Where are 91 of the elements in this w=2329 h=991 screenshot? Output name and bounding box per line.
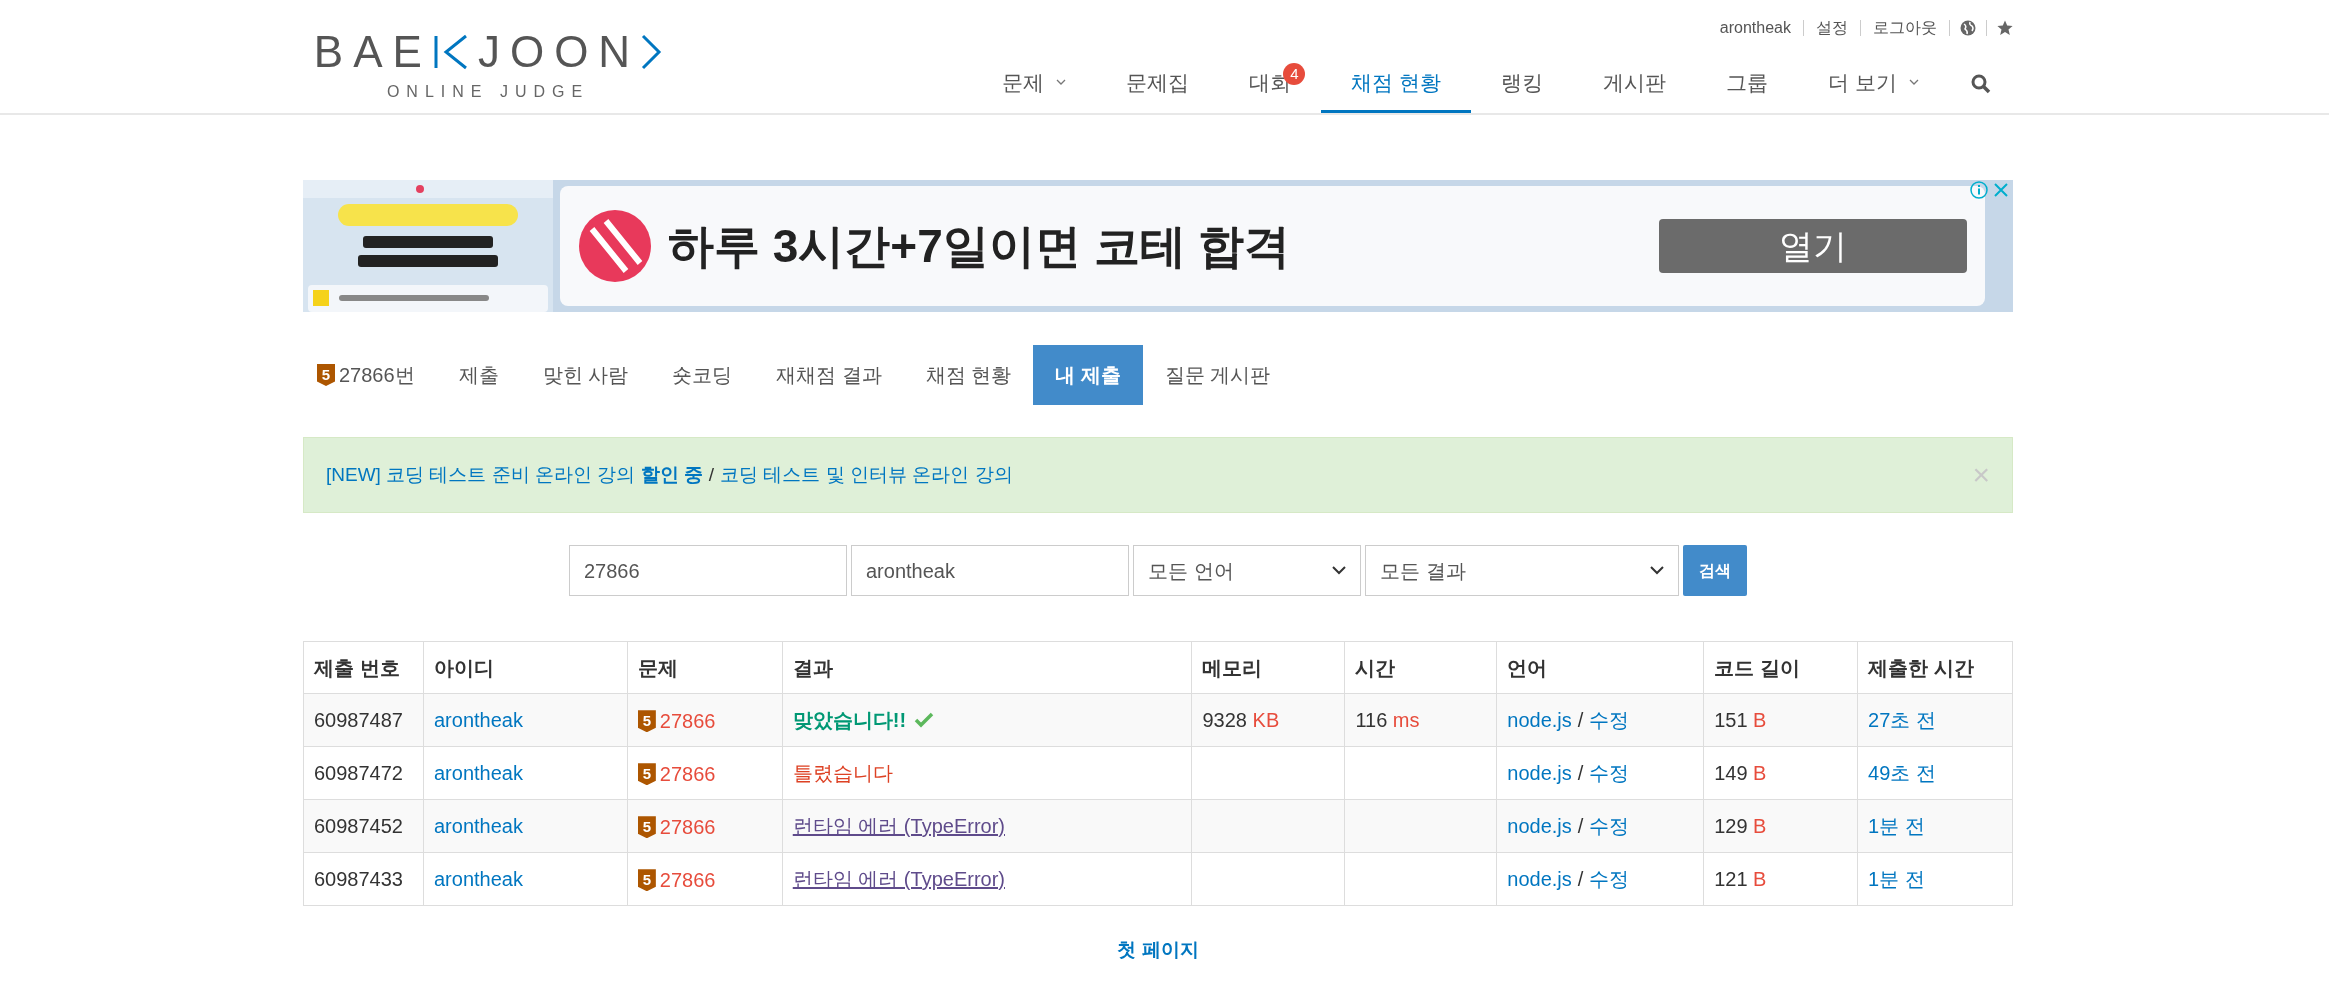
nav-item[interactable]: 랭킹 bbox=[1471, 55, 1574, 113]
edit-link[interactable]: 수정 bbox=[1589, 811, 1630, 841]
user-link[interactable]: arontheak bbox=[434, 815, 523, 837]
separator: / bbox=[708, 462, 715, 487]
tier-badge: 5 bbox=[637, 816, 656, 839]
result-text: 맞았습니다!! bbox=[792, 708, 907, 733]
user-field[interactable]: arontheak bbox=[851, 545, 1129, 596]
search-icon[interactable] bbox=[1971, 74, 1991, 94]
chevron-icon bbox=[1650, 566, 1664, 575]
problem-link[interactable]: 27866 bbox=[659, 759, 716, 790]
nav-item[interactable]: 문제 bbox=[972, 55, 1097, 113]
top-link[interactable]: 로그아웃 bbox=[1861, 19, 1950, 36]
check-icon bbox=[914, 712, 935, 728]
code-length: 129 B bbox=[1714, 815, 1767, 837]
edit-link[interactable]: 수정 bbox=[1589, 864, 1630, 894]
column-header: 메모리 bbox=[1192, 641, 1345, 694]
problem-tab[interactable]: 맞힌 사람 bbox=[520, 345, 651, 405]
nav-item[interactable]: 더 보기 bbox=[1798, 55, 1949, 113]
separator: / bbox=[1577, 867, 1584, 892]
separator: / bbox=[1577, 814, 1584, 839]
submission-id: 60987472 bbox=[314, 762, 403, 784]
language-link[interactable]: node.js bbox=[1507, 758, 1572, 788]
language-select[interactable]: 모든 언어 bbox=[1133, 545, 1361, 596]
nav-item[interactable]: 게시판 bbox=[1573, 55, 1697, 113]
submission-id: 60987433 bbox=[314, 868, 403, 890]
problem-tab[interactable]: 내 제출 bbox=[1033, 345, 1143, 405]
separator: / bbox=[1577, 708, 1584, 733]
top-link[interactable]: 설정 bbox=[1804, 19, 1861, 36]
column-header: 제출한 시간 bbox=[1857, 641, 2013, 694]
result-select[interactable]: 모든 결과 bbox=[1365, 545, 1679, 596]
top-link[interactable]: arontheak bbox=[1707, 19, 1804, 36]
result-text: 틀렸습니다 bbox=[792, 761, 893, 786]
logo-text[interactable]: JOON bbox=[477, 30, 641, 74]
logo-subtitle: ONLINE JUDGE bbox=[386, 82, 590, 102]
language-link[interactable]: node.js bbox=[1507, 864, 1572, 894]
nav-item[interactable]: 그룹 bbox=[1696, 55, 1799, 113]
code-length: 149 B bbox=[1714, 762, 1767, 784]
problem-tab[interactable]: 5 27866번 bbox=[303, 345, 437, 405]
edit-link[interactable]: 수정 bbox=[1589, 705, 1630, 735]
problem-tab[interactable]: 채점 현황 bbox=[903, 345, 1034, 405]
column-header: 코드 길이 bbox=[1703, 641, 1858, 694]
problem-link[interactable]: 27866 bbox=[659, 865, 716, 896]
search-button[interactable]: 검색 bbox=[1683, 545, 1747, 596]
nav-item[interactable]: 채점 현황 bbox=[1321, 55, 1472, 113]
problem-tab[interactable]: 제출 bbox=[436, 345, 521, 405]
user-link[interactable]: arontheak bbox=[434, 709, 523, 731]
tier-badge: 5 bbox=[637, 763, 656, 786]
submission-id: 60987487 bbox=[314, 709, 403, 731]
time-link[interactable]: 27초 전 bbox=[1868, 709, 1936, 731]
language-link[interactable]: node.js bbox=[1507, 705, 1572, 735]
nav-item[interactable]: 문제집 bbox=[1096, 55, 1220, 113]
code-length: 121 B bbox=[1714, 868, 1767, 890]
code-length: 151 B bbox=[1714, 709, 1767, 731]
time-link[interactable]: 1분 전 bbox=[1868, 868, 1925, 890]
logo-icon bbox=[578, 209, 652, 283]
submission-id: 60987452 bbox=[314, 815, 403, 837]
column-header: 아이디 bbox=[423, 641, 628, 694]
problem-link[interactable]: 27866 bbox=[659, 812, 716, 843]
tier-badge: 5 bbox=[317, 364, 335, 386]
tier-badge: 5 bbox=[637, 710, 656, 733]
user-link[interactable]: arontheak bbox=[434, 762, 523, 784]
ad-headline: 하루 3시간+7일이면 코테 합격 bbox=[668, 218, 1291, 274]
column-header: 문제 bbox=[627, 641, 783, 694]
tier-badge: 5 bbox=[637, 869, 656, 892]
separator: / bbox=[1577, 761, 1584, 786]
problem-field[interactable]: 27866 bbox=[569, 545, 847, 596]
problem-tab[interactable]: 숏코딩 bbox=[650, 345, 755, 405]
time-value: 116 ms bbox=[1355, 709, 1420, 731]
open-button[interactable]: 열기 bbox=[1659, 219, 1967, 273]
memory-value: 9328 KB bbox=[1202, 709, 1280, 731]
course-link[interactable]: [NEW] 코딩 테스트 준비 온라인 강의 할인 중 bbox=[326, 460, 703, 490]
edit-link[interactable]: 수정 bbox=[1589, 758, 1630, 788]
column-header: 언어 bbox=[1496, 641, 1704, 694]
ad-banner[interactable]: 하루 3시간+7일이면 코테 합격 열기 bbox=[303, 180, 2013, 312]
first-page-link[interactable]: 첫 페이지 bbox=[1117, 936, 1199, 965]
logo-text[interactable]: BAE bbox=[313, 30, 432, 74]
course-link[interactable]: 코딩 테스트 및 인터뷰 온라인 강의 bbox=[720, 460, 1013, 490]
globe-icon[interactable] bbox=[1960, 19, 1976, 36]
time-link[interactable]: 1분 전 bbox=[1868, 815, 1925, 837]
logo-chevron-icon bbox=[640, 32, 663, 72]
time-link[interactable]: 49초 전 bbox=[1868, 762, 1936, 784]
star-icon[interactable] bbox=[1997, 19, 2013, 36]
column-header: 시간 bbox=[1344, 641, 1497, 694]
problem-link[interactable]: 27866 bbox=[659, 706, 716, 737]
problem-tab[interactable]: 재채점 결과 bbox=[754, 345, 904, 405]
language-link[interactable]: node.js bbox=[1507, 811, 1572, 841]
column-header: 결과 bbox=[782, 641, 1192, 694]
problem-tab[interactable]: 질문 게시판 bbox=[1142, 345, 1293, 405]
chevron-icon bbox=[1332, 566, 1346, 575]
column-header: 제출 번호 bbox=[303, 641, 424, 694]
user-link[interactable]: arontheak bbox=[434, 868, 523, 890]
